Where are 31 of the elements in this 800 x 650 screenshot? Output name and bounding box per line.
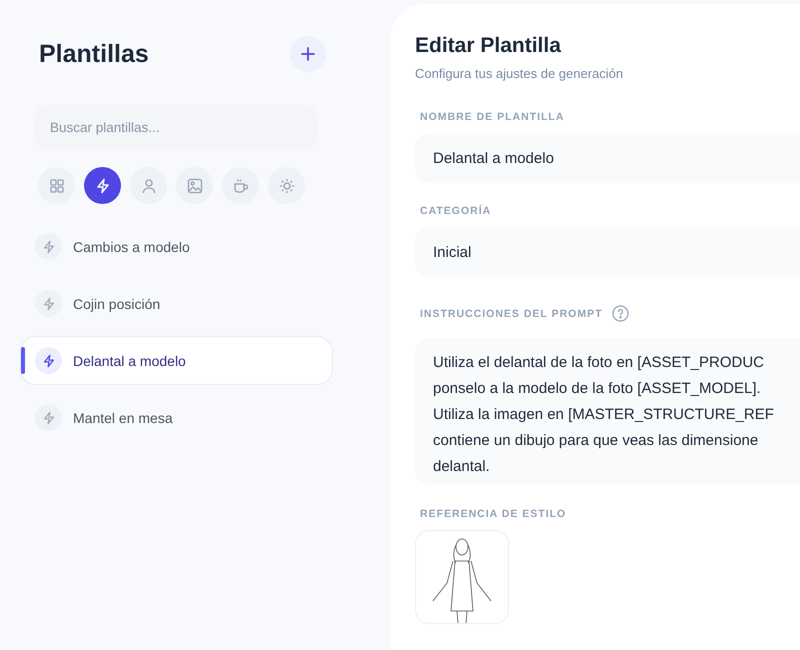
help-icon[interactable] bbox=[612, 305, 630, 322]
selection-indicator bbox=[21, 347, 25, 374]
field-label: NOMBRE DE PLANTILLA bbox=[420, 111, 566, 123]
prompt-field[interactable]: Utiliza el delantal de la foto en [ASSET_PRODUC ponselo a la modelo de la foto [ASSET_MODEL]. Utiliza la imagen en [MASTER_STRUCTURE_REF contiene un dibujo para que veas las dimensione delantal. bbox=[415, 338, 800, 484]
editor-title: Editar Plantilla bbox=[415, 34, 562, 58]
field-label: CATEGORÍA bbox=[420, 205, 492, 217]
search-field[interactable]: Buscar plantillas... bbox=[35, 105, 317, 149]
template-item[interactable]: Cambios a modelo bbox=[20, 222, 333, 271]
lightning-icon bbox=[94, 178, 110, 194]
lightning-icon bbox=[35, 233, 62, 260]
lightning-icon bbox=[35, 347, 62, 374]
field-label: INSTRUCCIONES DEL PROMPT bbox=[420, 308, 602, 320]
field-label: REFERENCIA DE ESTILO bbox=[420, 508, 568, 520]
editor-subtitle: Configura tus ajustes de generación bbox=[415, 66, 624, 81]
person-icon bbox=[140, 178, 156, 194]
cup-icon bbox=[232, 178, 248, 194]
grid-icon bbox=[48, 178, 64, 194]
plus-icon bbox=[300, 46, 316, 62]
image-icon bbox=[186, 178, 202, 194]
name-field[interactable]: Delantal a modelo bbox=[415, 133, 800, 183]
sidebar-title: Plantillas bbox=[39, 40, 149, 68]
template-item[interactable]: Cojin posición bbox=[20, 279, 333, 328]
template-item[interactable]: Delantal a modelo bbox=[20, 336, 333, 385]
template-item[interactable]: Mantel en mesa bbox=[20, 393, 333, 442]
sun-icon bbox=[278, 178, 294, 194]
lightning-icon bbox=[35, 290, 62, 317]
category-field[interactable]: Inicial bbox=[415, 227, 800, 277]
sketch-thumbnail[interactable] bbox=[415, 530, 509, 624]
add-button[interactable] bbox=[290, 36, 326, 72]
lightning-icon bbox=[35, 404, 62, 431]
filter-button[interactable] bbox=[84, 167, 121, 204]
